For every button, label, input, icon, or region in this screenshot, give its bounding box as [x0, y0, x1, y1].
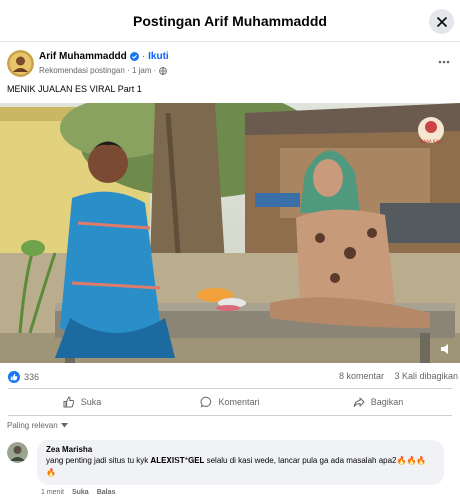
- commenter-name[interactable]: Zea Marisha: [46, 445, 435, 454]
- like-count: 336: [24, 372, 40, 382]
- author-name[interactable]: Arif Muhammaddd: [39, 51, 127, 62]
- post-meta: Rekomendasi postingan · 1 jam ·: [39, 66, 168, 75]
- post-video[interactable]: GAAA KALI: [0, 103, 460, 363]
- reaction-summary[interactable]: 336: [8, 371, 39, 383]
- video-watermark: GAAA KALI: [420, 139, 442, 144]
- comment-time[interactable]: 1 menit: [41, 489, 64, 496]
- video-frame-icon: GAAA KALI: [0, 103, 460, 363]
- verified-icon: [129, 52, 139, 61]
- post-meta-text: Rekomendasi postingan · 1 jam ·: [39, 66, 157, 75]
- close-icon: [436, 16, 447, 27]
- globe-icon: [159, 66, 168, 75]
- share-label: Bagikan: [370, 397, 404, 407]
- dialog-header: Postingan Arif Muhammaddd: [0, 0, 460, 42]
- post-actions: Suka Komentari Bagikan: [8, 388, 452, 416]
- comment-text: yang penting jadi situs tu kyk 𝐀𝐋𝐄𝐗𝐈𝐒𝐓*𝐆…: [46, 456, 427, 477]
- volume-icon: [441, 344, 448, 354]
- share-button[interactable]: Bagikan: [304, 389, 452, 415]
- volume-button[interactable]: [439, 342, 453, 356]
- commenter-avatar-icon: [7, 442, 28, 463]
- like-label: Suka: [80, 397, 102, 407]
- author-avatar[interactable]: [7, 50, 34, 77]
- avatar-image-icon: [7, 50, 34, 77]
- share-arrow-icon: [353, 397, 365, 407]
- comment-like-button[interactable]: Suka: [72, 489, 89, 496]
- comment-button[interactable]: Komentari: [156, 389, 304, 415]
- like-button[interactable]: Suka: [8, 389, 156, 415]
- comment-sort-dropdown[interactable]: Paling relevan: [7, 421, 68, 430]
- more-horizontal-icon: [438, 60, 450, 64]
- comment-footer: 1 menit Suka Balas: [41, 489, 115, 496]
- post-stats: 336 8 komentar 3 Kali dibagikan: [0, 366, 460, 388]
- post-header: Arif Muhammaddd · Ikuti Rekomendasi post…: [0, 42, 460, 82]
- comment-label: Komentari: [218, 397, 260, 407]
- comment-bubble: Zea Marisha yang penting jadi situs tu k…: [37, 440, 444, 485]
- commenter-avatar[interactable]: [7, 442, 28, 463]
- follow-button[interactable]: Ikuti: [148, 51, 169, 62]
- author-line: Arif Muhammaddd · Ikuti: [39, 51, 169, 62]
- comment-bubble-icon: [201, 396, 212, 408]
- sort-label: Paling relevan: [7, 421, 58, 430]
- comment-reply-button[interactable]: Balas: [97, 489, 116, 496]
- like-badge-icon: [8, 371, 20, 383]
- caret-down-icon: [60, 423, 68, 428]
- share-count[interactable]: 3 Kali dibagikan: [394, 371, 458, 381]
- dialog-title: Postingan Arif Muhammaddd: [133, 13, 327, 29]
- comment-count[interactable]: 8 komentar: [339, 371, 384, 381]
- post-caption: MENIK JUALAN ES VIRAL Part 1: [7, 84, 142, 94]
- more-options-button[interactable]: [436, 54, 452, 70]
- close-button[interactable]: [429, 9, 454, 34]
- thumbs-up-icon: [63, 396, 74, 408]
- separator-dot: ·: [141, 51, 146, 62]
